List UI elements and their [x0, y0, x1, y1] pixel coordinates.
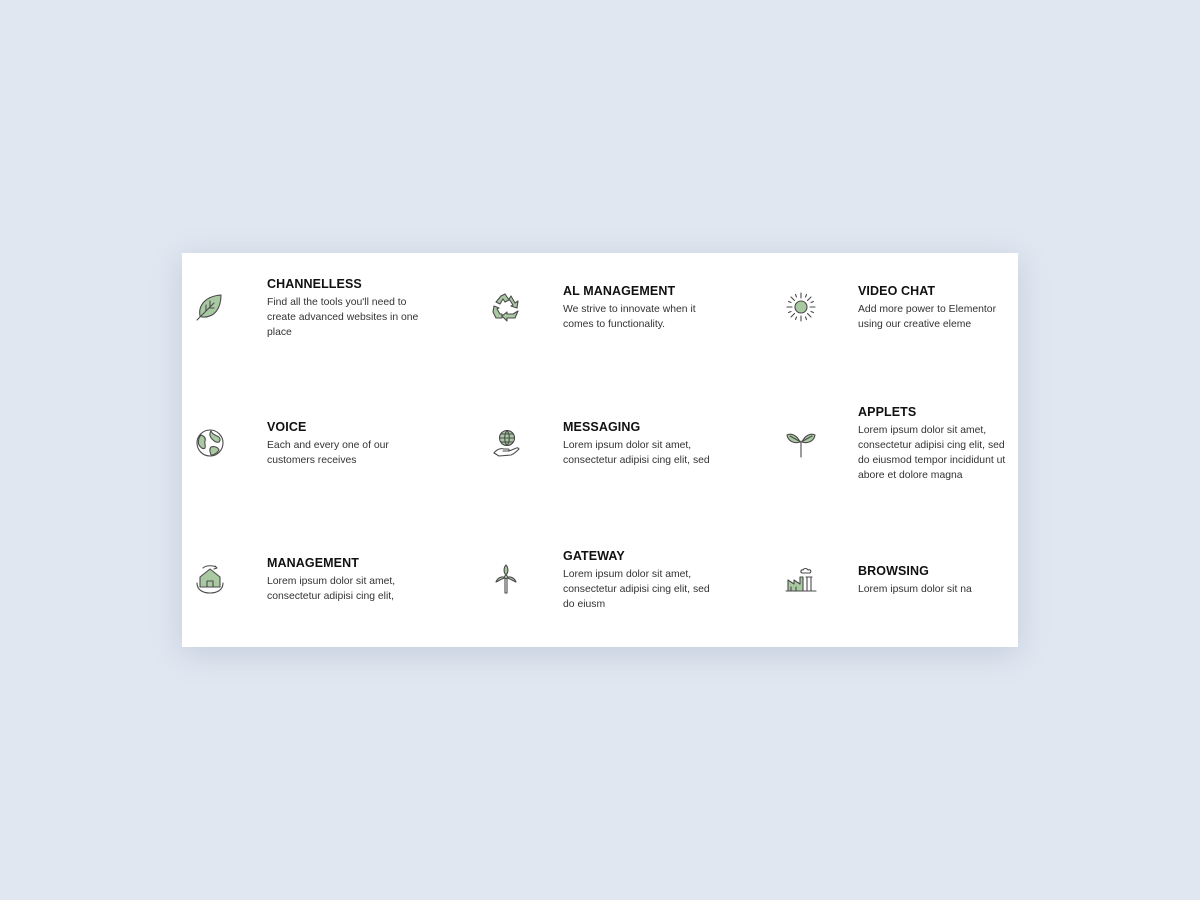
feature-text: BROWSING Lorem ipsum dolor sit na: [858, 564, 1018, 597]
features-card: CHANNELLESS Find all the tools you'll ne…: [182, 253, 1018, 647]
feature-description: Lorem ipsum dolor sit amet, consectetur …: [267, 576, 396, 602]
feature-description: Lorem ipsum dolor sit amet, consectetur …: [563, 569, 710, 610]
feature-title: MESSAGING: [563, 420, 641, 434]
leaf-icon: [194, 291, 226, 323]
feature-text: APPLETS Lorem ipsum dolor sit amet, cons…: [858, 405, 1018, 483]
feature-title: VOICE: [267, 420, 307, 434]
feature-title: GATEWAY: [563, 549, 625, 563]
sprout-icon: [785, 427, 817, 459]
feature-management: MANAGEMENT Lorem ipsum dolor sit amet, c…: [182, 525, 395, 645]
feature-description: Lorem ipsum dolor sit amet, consectetur …: [858, 425, 1006, 481]
feature-text: CHANNELLESS Find all the tools you'll ne…: [267, 277, 427, 340]
feature-description: Lorem ipsum dolor sit amet, consectetur …: [563, 440, 710, 466]
feature-applets: APPLETS Lorem ipsum dolor sit amet, cons…: [773, 389, 1005, 509]
feature-text: VIDEO CHAT Add more power to Elementor u…: [858, 284, 1018, 332]
feature-video-chat: VIDEO CHAT Add more power to Elementor u…: [773, 253, 996, 373]
feature-title: BROWSING: [858, 564, 929, 578]
factory-icon: [785, 563, 817, 595]
globe-icon: [194, 427, 226, 459]
feature-voice: VOICE Each and every one of our customer…: [182, 389, 389, 509]
feature-text: MANAGEMENT Lorem ipsum dolor sit amet, c…: [267, 556, 427, 604]
feature-description: We strive to innovate when it comes to f…: [563, 304, 696, 330]
feature-al-management: AL MANAGEMENT We strive to innovate when…: [478, 253, 696, 373]
wind-turbine-icon: [490, 563, 522, 595]
globe-in-hand-icon: [490, 427, 522, 459]
feature-text: MESSAGING Lorem ipsum dolor sit amet, co…: [563, 420, 723, 468]
feature-title: MANAGEMENT: [267, 556, 359, 570]
recycle-icon: [490, 291, 522, 323]
feature-text: VOICE Each and every one of our customer…: [267, 420, 427, 468]
feature-description: Each and every one of our customers rece…: [267, 440, 389, 466]
feature-title: VIDEO CHAT: [858, 284, 936, 298]
sun-icon: [785, 291, 817, 323]
feature-gateway: GATEWAY Lorem ipsum dolor sit amet, cons…: [478, 525, 710, 645]
feature-channelless: CHANNELLESS Find all the tools you'll ne…: [182, 253, 418, 373]
feature-title: AL MANAGEMENT: [563, 284, 676, 298]
feature-title: CHANNELLESS: [267, 277, 362, 291]
feature-description: Find all the tools you'll need to create…: [267, 297, 419, 338]
eco-house-icon: [194, 563, 226, 595]
feature-title: APPLETS: [858, 405, 917, 419]
feature-messaging: MESSAGING Lorem ipsum dolor sit amet, co…: [478, 389, 710, 509]
feature-text: AL MANAGEMENT We strive to innovate when…: [563, 284, 723, 332]
feature-text: GATEWAY Lorem ipsum dolor sit amet, cons…: [563, 549, 723, 612]
feature-browsing: BROWSING Lorem ipsum dolor sit na: [773, 525, 973, 645]
feature-description: Lorem ipsum dolor sit na: [858, 584, 972, 595]
feature-description: Add more power to Elementor using our cr…: [858, 304, 997, 330]
